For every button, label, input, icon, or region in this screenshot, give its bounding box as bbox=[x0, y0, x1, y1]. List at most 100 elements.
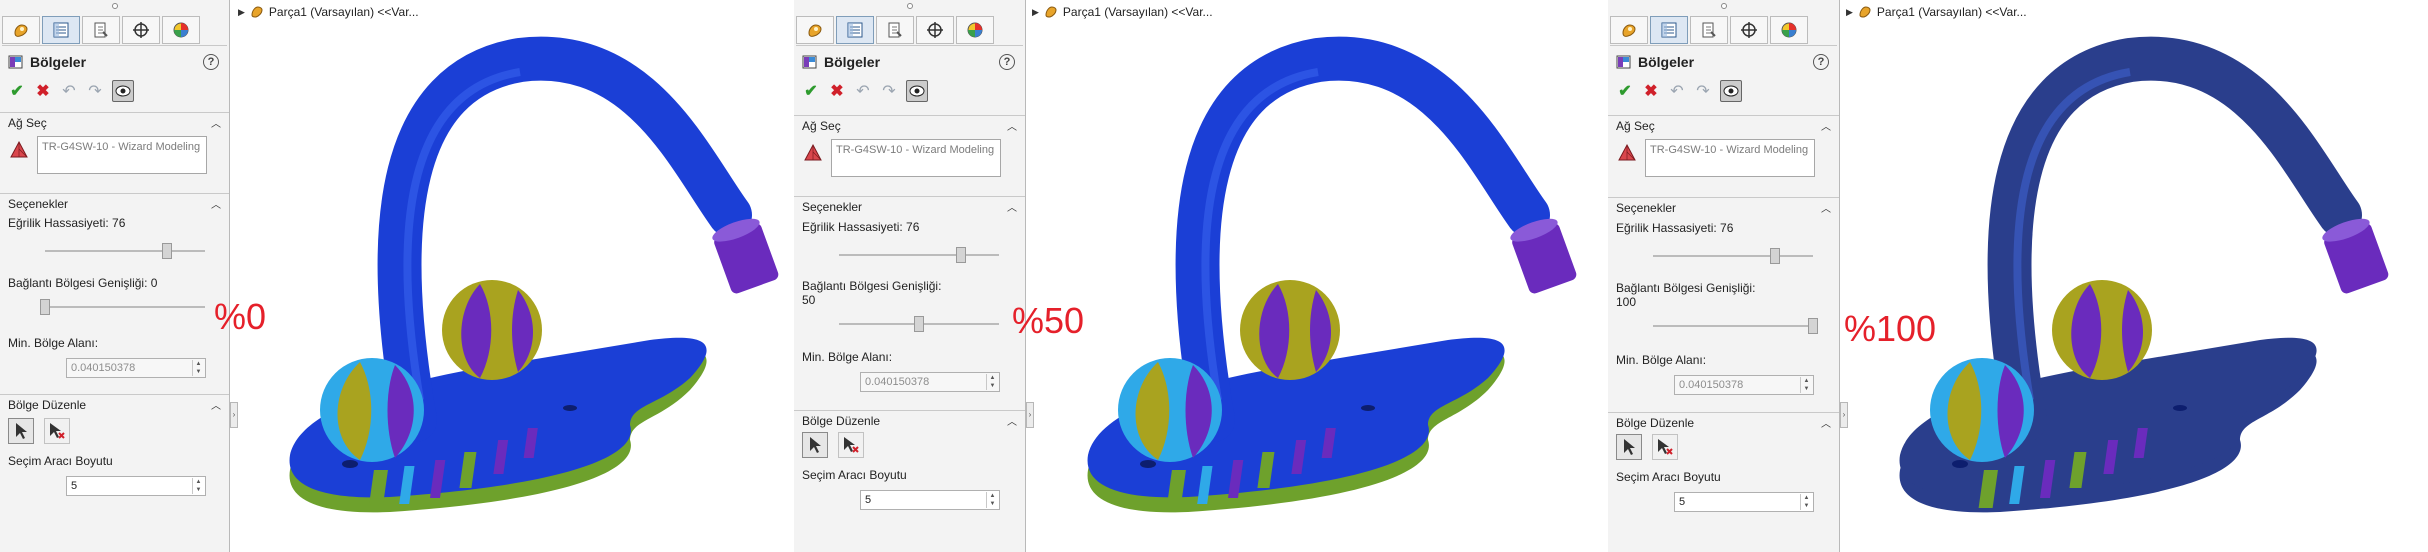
preview-eye-icon[interactable] bbox=[1720, 80, 1742, 102]
display-manager-tab[interactable] bbox=[162, 16, 200, 44]
collapse-chevron-icon[interactable]: ︿ bbox=[1007, 199, 1017, 214]
panel-title: Bölgeler bbox=[1638, 54, 1695, 70]
region-edit-header[interactable]: Bölge Düzenle ︿ bbox=[794, 410, 1025, 430]
property-manager-tab[interactable] bbox=[42, 16, 80, 44]
mesh-select-header[interactable]: Ağ Seç ︿ bbox=[1608, 115, 1839, 135]
collapse-chevron-icon[interactable]: ︿ bbox=[1007, 118, 1017, 133]
mesh-selection-list[interactable]: TR-G4SW-10 - Wizard Modeling bbox=[37, 136, 207, 174]
slider-thumb[interactable] bbox=[955, 247, 966, 263]
select-tool-button[interactable] bbox=[8, 418, 34, 444]
ok-check-icon[interactable]: ✔ bbox=[8, 82, 26, 100]
configuration-manager-tab[interactable] bbox=[876, 16, 914, 44]
redo-icon: ↷ bbox=[88, 83, 102, 100]
help-icon[interactable]: ? bbox=[1813, 54, 1829, 70]
feature-manager-tab[interactable] bbox=[2, 16, 40, 44]
panel-grip[interactable] bbox=[1720, 3, 1727, 9]
slider-track bbox=[1653, 325, 1813, 327]
selection-tool-size-field[interactable]: 5 ▲ ▼ bbox=[1674, 492, 1814, 512]
help-icon[interactable]: ? bbox=[203, 54, 219, 70]
collapse-chevron-icon[interactable]: ︿ bbox=[1007, 413, 1017, 428]
graphics-viewport[interactable] bbox=[1880, 0, 2400, 552]
connection-width-slider[interactable] bbox=[839, 316, 999, 332]
slider-thumb[interactable] bbox=[914, 316, 924, 332]
display-manager-tab[interactable] bbox=[1770, 16, 1808, 44]
manager-tabs bbox=[796, 16, 1023, 46]
segmented-faucet-model[interactable] bbox=[270, 0, 790, 552]
property-list-icon bbox=[1661, 22, 1677, 38]
spinner-arrows-icon[interactable]: ▲ ▼ bbox=[986, 492, 998, 508]
deselect-tool-button[interactable] bbox=[1652, 434, 1678, 460]
curvature-sensitivity-slider[interactable] bbox=[1653, 248, 1813, 264]
collapse-chevron-icon[interactable]: ︿ bbox=[1821, 415, 1831, 430]
cancel-x-icon[interactable]: ✖ bbox=[828, 82, 846, 100]
dimxpert-manager-tab[interactable] bbox=[916, 16, 954, 44]
mesh-select-header[interactable]: Ağ Seç ︿ bbox=[0, 112, 229, 132]
segmented-faucet-model[interactable] bbox=[1880, 0, 2400, 552]
undo-icon: ↶ bbox=[62, 83, 76, 100]
connection-width-slider[interactable] bbox=[40, 299, 205, 315]
collapse-chevron-icon[interactable]: ︿ bbox=[1821, 200, 1831, 215]
cancel-x-icon[interactable]: ✖ bbox=[34, 82, 52, 100]
configuration-manager-tab[interactable] bbox=[82, 16, 120, 44]
region-edit-header[interactable]: Bölge Düzenle ︿ bbox=[1608, 412, 1839, 432]
panel-collapse-handle[interactable]: › bbox=[1026, 402, 1034, 428]
collapse-chevron-icon[interactable]: ︿ bbox=[211, 115, 221, 130]
slider-track bbox=[45, 250, 205, 252]
panel-grip[interactable] bbox=[111, 3, 118, 9]
options-header[interactable]: Seçenekler ︿ bbox=[1608, 197, 1839, 217]
action-bar: ✔ ✖ ↶ ↷ bbox=[802, 80, 928, 102]
dimxpert-manager-tab[interactable] bbox=[1730, 16, 1768, 44]
select-tool-button[interactable] bbox=[1616, 434, 1642, 460]
deselect-tool-button[interactable] bbox=[44, 418, 70, 444]
segmented-faucet-model[interactable] bbox=[1068, 0, 1588, 552]
ok-check-icon[interactable]: ✔ bbox=[1616, 82, 1634, 100]
model-part bbox=[563, 405, 577, 411]
slider-thumb[interactable] bbox=[40, 299, 50, 315]
curvature-sensitivity-slider[interactable] bbox=[45, 243, 205, 259]
select-tool-button[interactable] bbox=[802, 432, 828, 458]
spinner-arrows-icon[interactable]: ▲ ▼ bbox=[1800, 494, 1812, 510]
connection-width-slider[interactable] bbox=[1653, 318, 1818, 334]
property-manager-tab[interactable] bbox=[836, 16, 874, 44]
display-manager-tab[interactable] bbox=[956, 16, 994, 44]
expand-arrow-icon[interactable]: ▶ bbox=[1846, 7, 1853, 18]
help-icon[interactable]: ? bbox=[999, 54, 1015, 70]
region-edit-header[interactable]: Bölge Düzenle ︿ bbox=[0, 394, 229, 414]
preview-eye-icon[interactable] bbox=[112, 80, 134, 102]
mesh-selection-list[interactable]: TR-G4SW-10 - Wizard Modeling bbox=[831, 139, 1001, 177]
graphics-viewport[interactable] bbox=[1068, 0, 1588, 552]
panel-collapse-handle[interactable]: › bbox=[230, 402, 238, 428]
collapse-chevron-icon[interactable]: ︿ bbox=[1821, 118, 1831, 133]
options-header[interactable]: Seçenekler ︿ bbox=[0, 193, 229, 213]
mesh-select-header[interactable]: Ağ Seç ︿ bbox=[794, 115, 1025, 135]
slider-thumb[interactable] bbox=[1769, 248, 1780, 264]
feature-manager-tab[interactable] bbox=[1610, 16, 1648, 44]
property-manager-tab[interactable] bbox=[1650, 16, 1688, 44]
configuration-manager-tab[interactable] bbox=[1690, 16, 1728, 44]
slider-thumb[interactable] bbox=[1808, 318, 1818, 334]
preview-eye-icon[interactable] bbox=[906, 80, 928, 102]
ok-check-icon[interactable]: ✔ bbox=[802, 82, 820, 100]
feature-manager-tab[interactable] bbox=[796, 16, 834, 44]
panel-grip[interactable] bbox=[906, 3, 913, 9]
property-manager-panel-2: Bölgeler ? ✔ ✖ ↶ ↷ Ağ Seç ︿ TR-G4SW-10 -… bbox=[794, 0, 1026, 552]
connection-width-percent-annotation: %50 bbox=[1012, 300, 1085, 341]
collapse-chevron-icon[interactable]: ︿ bbox=[211, 397, 221, 412]
min-region-area-value: 0.040150378 bbox=[71, 362, 136, 374]
expand-arrow-icon[interactable]: ▶ bbox=[1032, 7, 1039, 18]
spinner-arrows-icon[interactable]: ▲ ▼ bbox=[192, 478, 204, 494]
curvature-sensitivity-slider[interactable] bbox=[839, 247, 999, 263]
slider-thumb[interactable] bbox=[161, 243, 172, 259]
selection-tool-size-field[interactable]: 5 ▲ ▼ bbox=[860, 490, 1000, 510]
mesh-selection-list[interactable]: TR-G4SW-10 - Wizard Modeling bbox=[1645, 139, 1815, 177]
graphics-viewport[interactable] bbox=[270, 0, 790, 552]
panel-collapse-handle[interactable]: › bbox=[1840, 402, 1848, 428]
deselect-tool-button[interactable] bbox=[838, 432, 864, 458]
selection-tool-size-field[interactable]: 5 ▲ ▼ bbox=[66, 476, 206, 496]
expand-arrow-icon[interactable]: ▶ bbox=[238, 7, 245, 18]
dimxpert-manager-tab[interactable] bbox=[122, 16, 160, 44]
options-header[interactable]: Seçenekler ︿ bbox=[794, 196, 1025, 216]
collapse-chevron-icon[interactable]: ︿ bbox=[211, 196, 221, 211]
connection-width-percent-annotation: %0 bbox=[214, 296, 267, 337]
cancel-x-icon[interactable]: ✖ bbox=[1642, 82, 1660, 100]
